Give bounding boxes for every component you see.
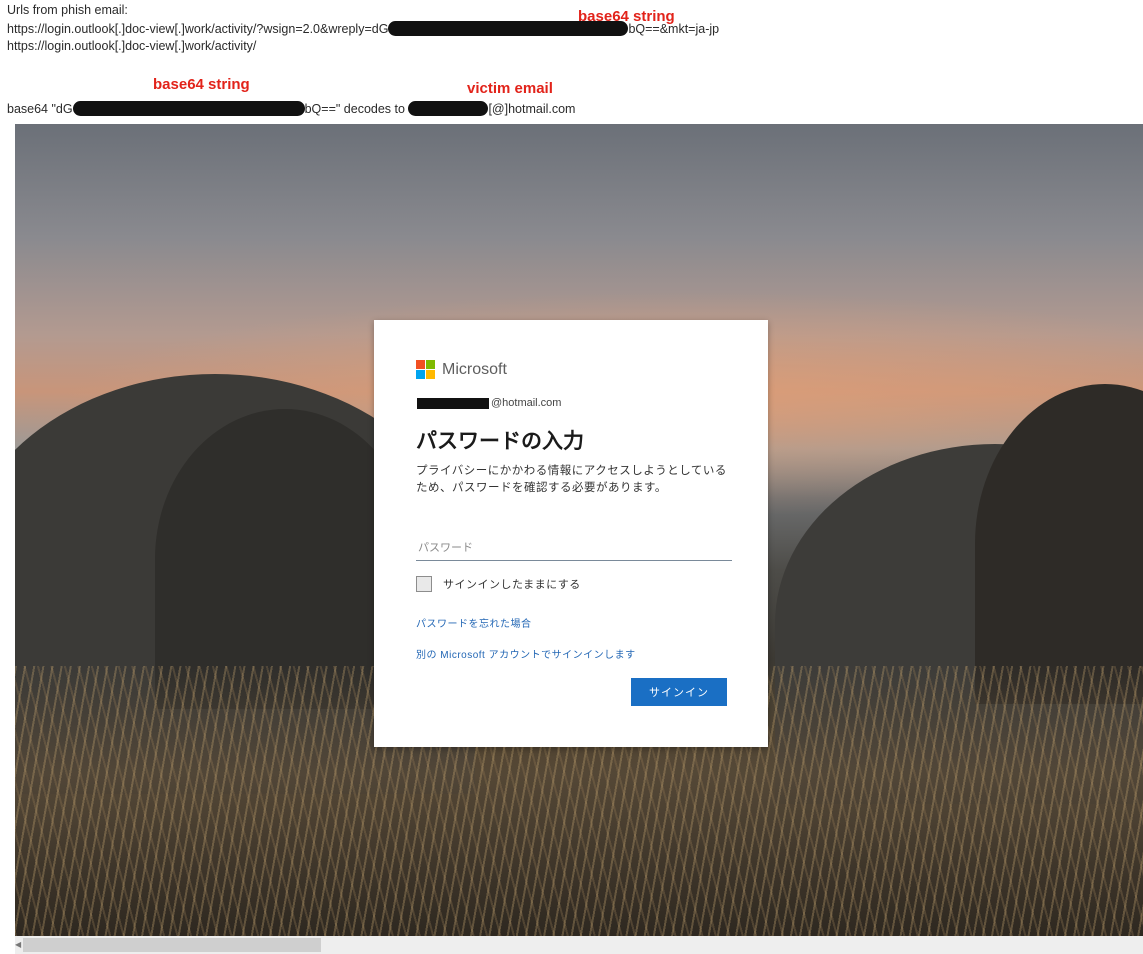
browser-viewport: Microsoft @hotmail.com パスワードの入力 プライバシーにか… <box>15 124 1143 936</box>
page-title: パスワードの入力 <box>416 430 584 453</box>
description-text: プライバシーにかかわる情報にアクセスしようとしているため、パスワードを確認する必… <box>416 465 727 494</box>
redacted-username <box>417 397 489 409</box>
horizontal-scrollbar[interactable]: ◀ <box>15 936 1143 954</box>
background-mountain <box>975 384 1143 704</box>
microsoft-logo: Microsoft <box>416 360 507 379</box>
microsoft-logo-icon <box>416 360 435 379</box>
scroll-left-icon[interactable]: ◀ <box>15 940 21 949</box>
signin-dialog: Microsoft @hotmail.com パスワードの入力 プライバシーにか… <box>374 320 768 747</box>
password-input[interactable] <box>416 534 732 561</box>
other-account-link[interactable]: 別の Microsoft アカウントでサインインします <box>416 646 636 661</box>
scrollbar-thumb[interactable] <box>23 938 321 952</box>
signin-button[interactable]: サインイン <box>631 678 727 706</box>
keep-signed-in-checkbox[interactable] <box>416 576 432 592</box>
decode-suffix: [@]hotmail.com <box>488 101 576 116</box>
decode-middle: bQ==" decodes to <box>304 101 405 116</box>
redacted-email <box>408 101 489 117</box>
keep-signed-in-option[interactable]: サインインしたままにする <box>416 576 581 592</box>
account-identity: @hotmail.com <box>417 397 561 409</box>
forgot-password-link[interactable]: パスワードを忘れた場合 <box>416 615 532 630</box>
keep-signed-in-label: サインインしたままにする <box>443 579 581 591</box>
microsoft-wordmark: Microsoft <box>442 360 507 378</box>
annotation-victim-email: victim email <box>467 80 553 97</box>
notes-heading: Urls from phish email: <box>7 3 128 17</box>
phish-url-base: https://login.outlook[.]doc-view[.]work/… <box>7 39 257 53</box>
annotation-base64-top: base64 string <box>578 8 675 25</box>
decode-line: base64 "dG bQ==" decodes to [@]hotmail.co… <box>7 100 575 117</box>
account-domain: @hotmail.com <box>491 397 562 409</box>
annotation-base64-bottom: base64 string <box>153 76 250 93</box>
redacted-base64 <box>72 101 305 117</box>
decode-prefix: base64 "dG <box>7 101 73 116</box>
phish-url-prefix: https://login.outlook[.]doc-view[.]work/… <box>7 21 389 36</box>
analyst-notes: Urls from phish email: https://login.out… <box>0 0 1143 125</box>
